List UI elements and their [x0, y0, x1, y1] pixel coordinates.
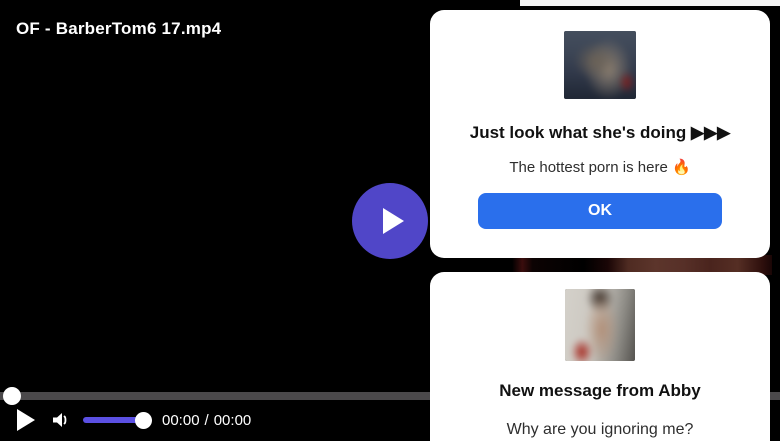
thumbnail-image[interactable] — [565, 289, 635, 361]
ad-popup-2[interactable]: New message from Abby Why are you ignori… — [430, 272, 770, 441]
duration: 00:00 — [214, 412, 252, 429]
popup-heading: New message from Abby — [499, 381, 701, 401]
popup-subtext: The hottest porn is here 🔥 — [509, 158, 690, 176]
time-display: 00:00 / 00:00 — [162, 412, 251, 429]
popup-heading: Just look what she's doing ▶▶▶ — [470, 123, 731, 143]
video-title: OF - BarberTom6 17.mp4 — [16, 19, 221, 39]
volume-slider[interactable] — [83, 417, 139, 423]
volume-knob[interactable] — [135, 412, 152, 429]
thumbnail-image[interactable] — [564, 31, 636, 99]
time-separator: / — [205, 412, 209, 429]
seek-knob[interactable] — [3, 387, 21, 405]
play-overlay-button[interactable] — [352, 183, 428, 259]
seek-bar-right-sliver — [770, 392, 780, 400]
play-button[interactable] — [17, 409, 35, 431]
popup-subtext: Why are you ignoring me? — [507, 421, 694, 439]
video-player-page: OF - BarberTom6 17.mp4 00:00 / 00:00 Jus… — [0, 0, 780, 441]
ad-popup-1[interactable]: Just look what she's doing ▶▶▶ The hotte… — [430, 10, 770, 258]
current-time: 00:00 — [162, 412, 200, 429]
play-icon — [383, 208, 404, 234]
volume-icon[interactable] — [49, 408, 73, 432]
hidden-popup-edge — [520, 0, 780, 6]
ok-button[interactable]: OK — [478, 193, 722, 229]
